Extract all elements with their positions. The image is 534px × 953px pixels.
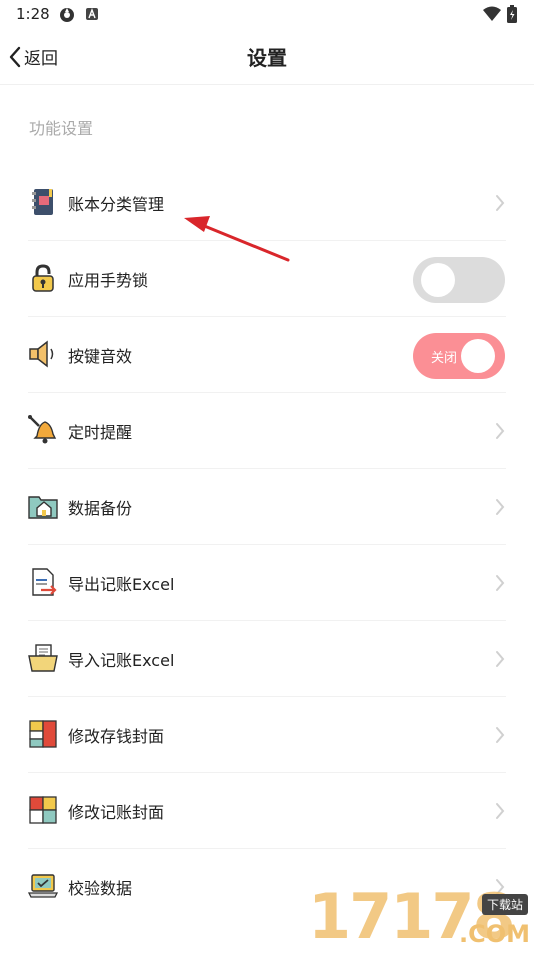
padlock-icon (32, 264, 54, 292)
toggle-knob (461, 339, 495, 373)
app-notification-icon (86, 8, 98, 20)
battery-charging-icon (507, 5, 517, 23)
row-label: 修改记账封面 (68, 803, 165, 822)
row-label: 定时提醒 (68, 423, 133, 442)
chevron-right-icon (496, 195, 505, 211)
watermark-tag: 下载站 (481, 894, 528, 915)
gesture-lock-toggle[interactable] (413, 257, 505, 303)
toggle-text: 关闭 (431, 351, 458, 366)
row-label: 应用手势锁 (68, 271, 149, 290)
row-label: 账本分类管理 (68, 195, 165, 214)
notebook-icon (32, 189, 53, 215)
row-export-excel[interactable]: 导出记账Excel (0, 545, 534, 621)
annotation-arrow-icon (184, 216, 290, 262)
chevron-right-icon (496, 727, 505, 743)
chevron-right-icon (496, 499, 505, 515)
chevron-right-icon (496, 803, 505, 819)
cover-grid-icon (29, 796, 57, 824)
row-savings-cover[interactable]: 修改存钱封面 (0, 697, 534, 773)
row-bookkeeping-cover[interactable]: 修改记账封面 (0, 773, 534, 849)
row-label: 校验数据 (68, 879, 133, 898)
row-label: 按键音效 (68, 347, 133, 366)
row-reminder[interactable]: 定时提醒 (0, 393, 534, 469)
row-label: 修改存钱封面 (68, 727, 165, 746)
chevron-right-icon (496, 575, 505, 591)
status-bar: 1:28 (0, 0, 534, 30)
nav-bar: 返回 设置 (0, 30, 534, 85)
row-data-backup[interactable]: 数据备份 (0, 469, 534, 545)
bell-icon (28, 415, 57, 444)
row-import-excel[interactable]: 导入记账Excel (0, 621, 534, 697)
row-label: 数据备份 (68, 499, 133, 518)
folder-home-icon (28, 496, 58, 519)
watermark: 17178 下载站 .COM (308, 880, 534, 953)
row-label: 导入记账Excel (68, 651, 175, 670)
cover-tiles-icon (29, 720, 57, 748)
status-time: 1:28 (16, 5, 50, 23)
watermark-suffix: .COM (458, 920, 530, 948)
laptop-check-icon (27, 874, 59, 898)
export-document-icon (32, 568, 57, 596)
page-title: 设置 (247, 46, 287, 70)
section-header: 功能设置 (29, 119, 94, 138)
speaker-icon (29, 340, 54, 368)
import-folder-icon (28, 644, 58, 672)
sync-icon (60, 8, 74, 22)
toggle-knob (421, 263, 455, 297)
row-label: 导出记账Excel (68, 575, 175, 594)
chevron-right-icon (496, 651, 505, 667)
chevron-right-icon (496, 423, 505, 439)
row-key-sound: 按键音效 关闭 (0, 317, 534, 393)
wifi-icon (483, 6, 501, 21)
key-sound-toggle[interactable]: 关闭 (413, 333, 505, 379)
